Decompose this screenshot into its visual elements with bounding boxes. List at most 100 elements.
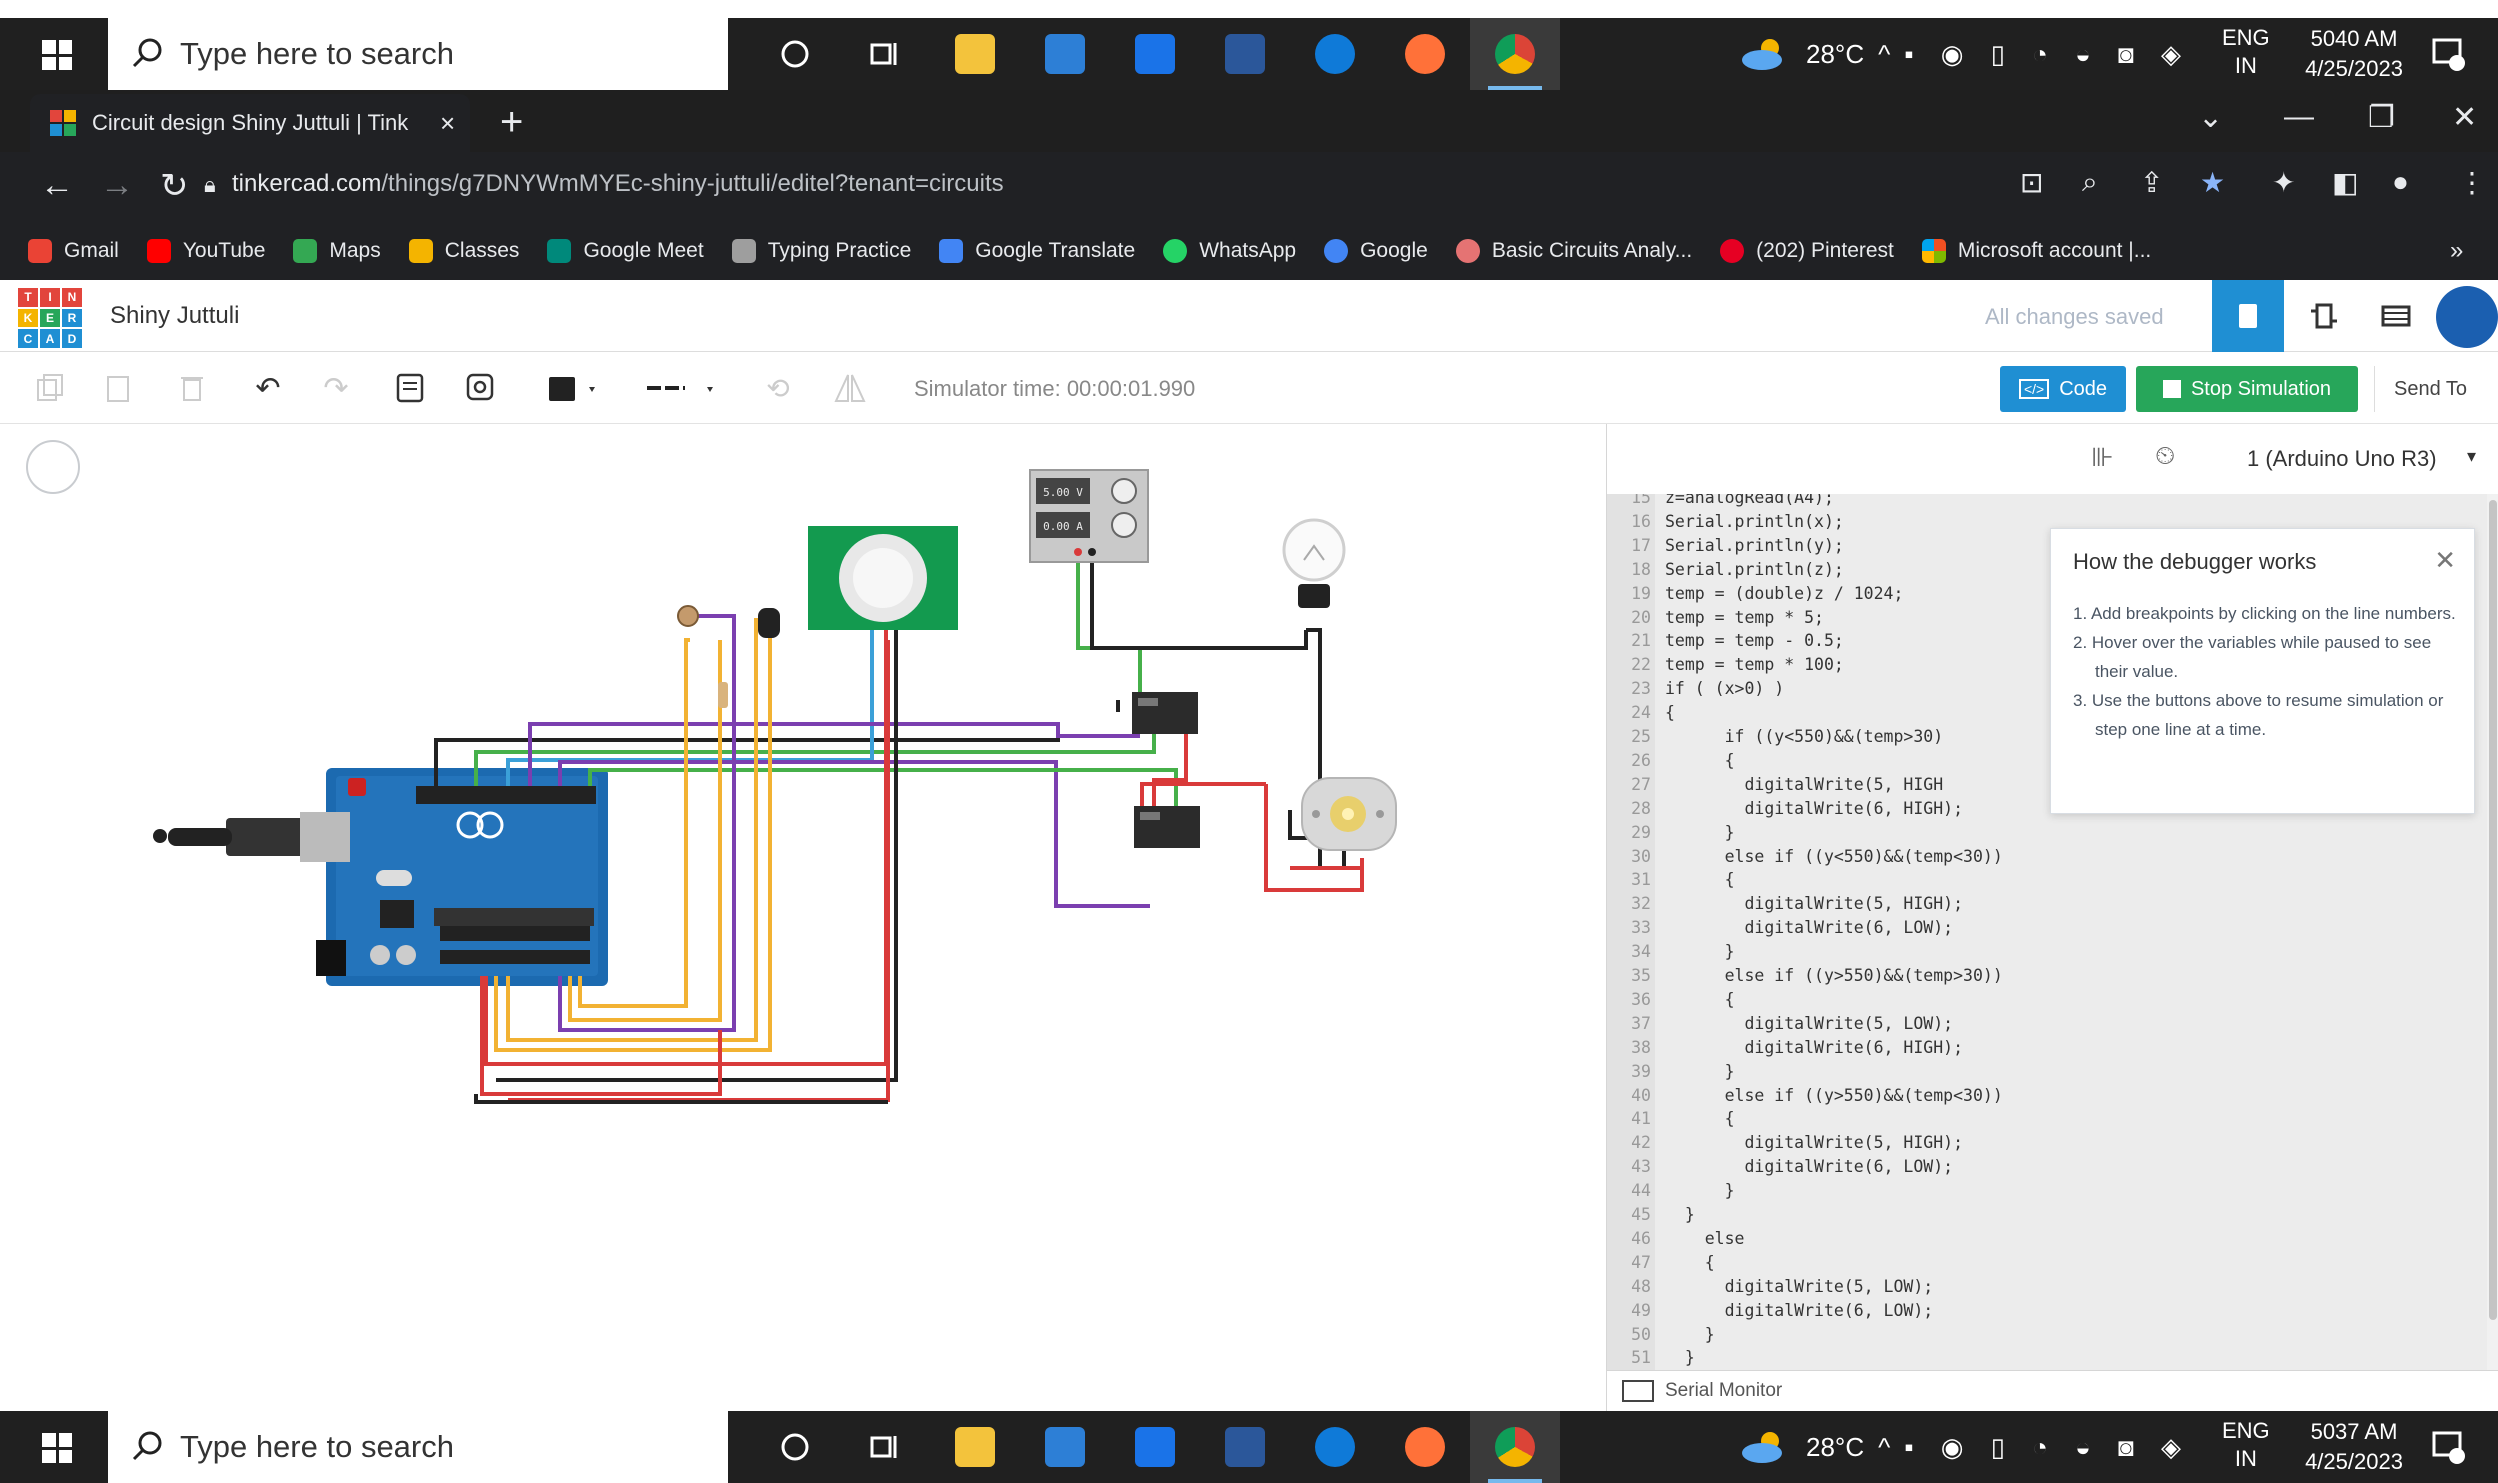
code-line[interactable]: 26 { xyxy=(1607,751,1734,775)
line-number[interactable]: 31 xyxy=(1607,870,1651,889)
resistor[interactable] xyxy=(718,682,728,708)
bookmark-google-translate[interactable]: Google Translate xyxy=(939,239,1135,263)
store-icon[interactable] xyxy=(1020,18,1110,90)
bookmark-whatsapp[interactable]: WhatsApp xyxy=(1163,239,1296,263)
cortana-icon[interactable] xyxy=(750,18,840,90)
line-number[interactable]: 36 xyxy=(1607,990,1651,1009)
project-name[interactable]: Shiny Juttuli xyxy=(110,302,239,330)
device-select[interactable]: 1 (Arduino Uno R3) xyxy=(2247,446,2437,472)
task-view-icon[interactable] xyxy=(840,1411,930,1483)
rotate-icon[interactable]: ⟲ xyxy=(756,366,800,410)
code-line[interactable]: 22 temp = temp * 100; xyxy=(1607,655,1844,679)
line-number[interactable]: 20 xyxy=(1607,608,1651,627)
edge-icon[interactable] xyxy=(1290,1411,1380,1483)
clock[interactable]: 5037 AM 4/25/2023 xyxy=(2292,1417,2416,1477)
close-icon[interactable]: ✕ xyxy=(2434,545,2456,576)
tinkercad-logo[interactable]: TIN KER CAD xyxy=(18,288,82,348)
line-number[interactable]: 43 xyxy=(1607,1157,1651,1176)
bookmark-google[interactable]: Google xyxy=(1324,239,1428,263)
mail-icon[interactable] xyxy=(1110,18,1200,90)
line-number[interactable]: 42 xyxy=(1607,1133,1651,1152)
close-window-button[interactable]: ✕ xyxy=(2452,100,2477,135)
code-line[interactable]: 46 else xyxy=(1607,1229,1744,1253)
tab-close-icon[interactable]: × xyxy=(440,108,455,139)
line-number[interactable]: 38 xyxy=(1607,1038,1651,1057)
line-number[interactable]: 46 xyxy=(1607,1229,1651,1248)
bookmark-youtube[interactable]: YouTube xyxy=(146,239,265,263)
chevron-down-icon[interactable]: ▾ xyxy=(2467,446,2476,467)
code-line[interactable]: 49 digitalWrite(6, LOW); xyxy=(1607,1301,1933,1325)
pir-sensor[interactable] xyxy=(808,526,958,630)
schematic-view-button[interactable] xyxy=(2288,280,2360,352)
code-line[interactable]: 40 else if ((y>550)&&(temp<30)) xyxy=(1607,1086,2003,1110)
power-supply[interactable]: 5.00 V 0.00 A xyxy=(1029,469,1149,563)
notes-icon[interactable] xyxy=(388,366,432,410)
code-line[interactable]: 25 if ((y<550)&&(temp>30) xyxy=(1607,727,1943,751)
firefox-icon[interactable] xyxy=(1380,18,1470,90)
view-notes-icon[interactable] xyxy=(458,366,502,410)
code-line[interactable]: 16 Serial.println(x); xyxy=(1607,512,1844,536)
bookmark-star-icon[interactable]: ★ xyxy=(2200,166,2225,199)
photoresistor[interactable] xyxy=(677,605,699,627)
paste-icon[interactable] xyxy=(96,366,140,410)
tab-search-icon[interactable]: ⌄ xyxy=(2198,100,2223,135)
dc-motor[interactable] xyxy=(1301,777,1397,851)
firefox-icon[interactable] xyxy=(1380,1411,1470,1483)
code-line[interactable]: 37 digitalWrite(5, LOW); xyxy=(1607,1014,1953,1038)
code-line[interactable]: 51 } xyxy=(1607,1348,1695,1370)
line-number[interactable]: 15 xyxy=(1607,494,1651,507)
line-number[interactable]: 47 xyxy=(1607,1253,1651,1272)
code-line[interactable]: 42 digitalWrite(5, HIGH); xyxy=(1607,1133,1963,1157)
code-line[interactable]: 20 temp = temp * 5; xyxy=(1607,608,1824,632)
line-number[interactable]: 17 xyxy=(1607,536,1651,555)
code-line[interactable]: 32 digitalWrite(5, HIGH); xyxy=(1607,894,1963,918)
line-number[interactable]: 40 xyxy=(1607,1086,1651,1105)
tray-chevron-icon[interactable]: ^ xyxy=(1878,1432,1890,1463)
code-line[interactable]: 47 { xyxy=(1607,1253,1715,1277)
code-button[interactable]: </> Code xyxy=(2000,366,2126,412)
code-line[interactable]: 19 temp = (double)z / 1024; xyxy=(1607,584,1903,608)
step-icon[interactable]: ⊪ xyxy=(2091,442,2114,473)
new-tab-button[interactable]: + xyxy=(500,100,523,145)
profile-icon[interactable]: ● xyxy=(2392,166,2409,198)
bookmark-typing-practice[interactable]: Typing Practice xyxy=(731,239,911,263)
line-number[interactable]: 44 xyxy=(1607,1181,1651,1200)
bookmark-google-meet[interactable]: Google Meet xyxy=(547,239,704,263)
line-number[interactable]: 41 xyxy=(1607,1109,1651,1128)
code-line[interactable]: 45 } xyxy=(1607,1205,1695,1229)
line-number[interactable]: 34 xyxy=(1607,942,1651,961)
code-line[interactable]: 29 } xyxy=(1607,823,1734,847)
code-line[interactable]: 50 } xyxy=(1607,1325,1715,1349)
stop-simulation-button[interactable]: Stop Simulation xyxy=(2136,366,2358,412)
relay-1[interactable] xyxy=(1132,692,1198,734)
forward-button[interactable]: → xyxy=(100,166,134,205)
notification-icon[interactable] xyxy=(2430,1429,2466,1465)
reload-button[interactable]: ↻ xyxy=(160,166,189,206)
code-line[interactable]: 34 } xyxy=(1607,942,1734,966)
line-number[interactable]: 49 xyxy=(1607,1301,1651,1320)
flip-icon[interactable] xyxy=(828,366,872,410)
line-number[interactable]: 16 xyxy=(1607,512,1651,531)
side-panel-icon[interactable]: ◧ xyxy=(2332,166,2358,199)
temperature-sensor[interactable] xyxy=(758,608,780,638)
circuit-diagram[interactable]: 5.00 V 0.00 A xyxy=(0,424,1606,1409)
line-number[interactable]: 51 xyxy=(1607,1348,1651,1367)
code-line[interactable]: 41 { xyxy=(1607,1109,1734,1133)
line-number[interactable]: 29 xyxy=(1607,823,1651,842)
line-number[interactable]: 26 xyxy=(1607,751,1651,770)
code-scrollbar[interactable] xyxy=(2487,494,2498,1370)
file-explorer-icon[interactable] xyxy=(930,18,1020,90)
url-field[interactable]: tinkercad.com/things/g7DNYWmMYEc-shiny-j… xyxy=(232,170,1004,198)
code-line[interactable]: 18 Serial.println(z); xyxy=(1607,560,1844,584)
bookmark-gmail[interactable]: Gmail xyxy=(28,239,119,263)
code-line[interactable]: 39 } xyxy=(1607,1062,1734,1086)
code-line[interactable]: 35 else if ((y>550)&&(temp>30)) xyxy=(1607,966,2003,990)
delete-icon[interactable] xyxy=(170,366,214,410)
code-line[interactable]: 27 digitalWrite(5, HIGH xyxy=(1607,775,1943,799)
mail-icon[interactable] xyxy=(1110,1411,1200,1483)
minimize-button[interactable]: — xyxy=(2284,100,2314,134)
taskbar-search-box[interactable]: Type here to search xyxy=(108,18,728,90)
language-indicator[interactable]: ENG IN xyxy=(2222,1417,2270,1473)
line-number[interactable]: 23 xyxy=(1607,679,1651,698)
line-number[interactable]: 39 xyxy=(1607,1062,1651,1081)
